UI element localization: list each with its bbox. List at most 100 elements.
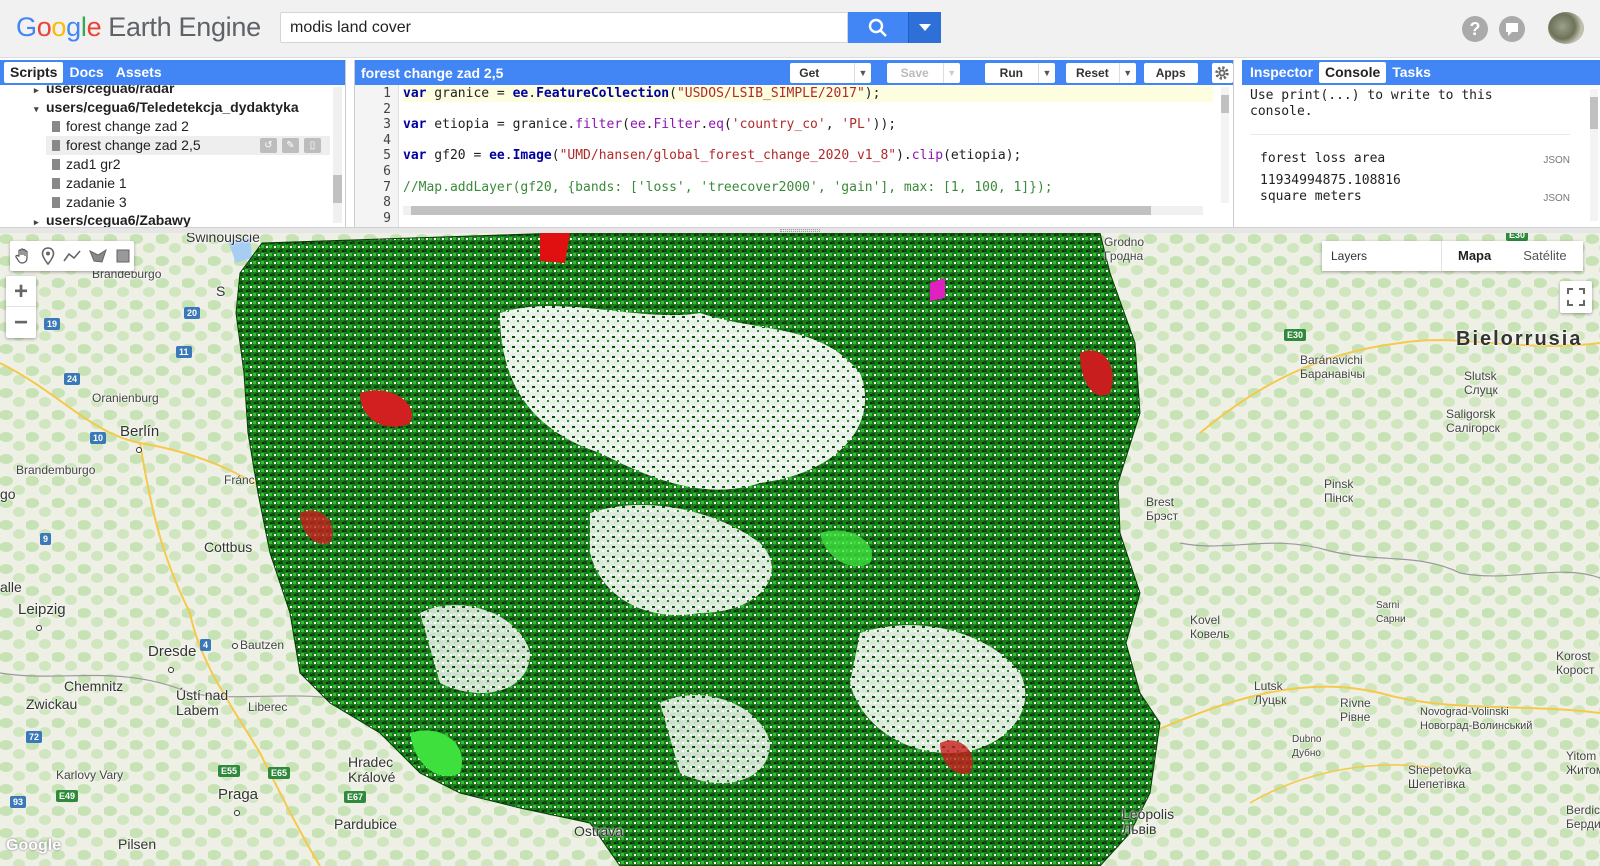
road-shield: 10 [90, 432, 107, 444]
console-scroll-thumb[interactable] [1590, 97, 1598, 129]
code-token: ( [723, 117, 732, 133]
layers-button[interactable]: Layers [1322, 241, 1442, 271]
earth-engine-logo[interactable]: Google Earth Engine [16, 12, 261, 43]
map-place-label: alle [0, 579, 22, 595]
map-place-label: Leipzig [18, 601, 66, 635]
tree-file[interactable]: zadanie 1 [52, 174, 127, 193]
gear-icon [1215, 65, 1230, 80]
code-token: ee [630, 117, 646, 133]
top-header: Google Earth Engine modis land cover ? [0, 0, 1600, 58]
fullscreen-icon [1567, 288, 1585, 306]
splitter-grip[interactable] [780, 229, 820, 232]
tab-scripts[interactable]: Scripts [4, 62, 64, 83]
code-line[interactable]: var etiopia = granice.filter(ee.Filter.e… [403, 117, 896, 133]
tab-tasks[interactable]: Tasks [1386, 62, 1437, 83]
code-line[interactable]: var granice = ee.FeatureCollection("USDO… [403, 86, 1213, 102]
map-place-label: Ostrava [574, 823, 624, 839]
editor-toolbar: forest change zad 2,5 Get Link ▼ Save ▼ … [355, 60, 1233, 100]
line-number: 6 [383, 164, 391, 179]
apps-button[interactable]: Apps [1143, 62, 1198, 83]
delete-icon[interactable]: ▯ [304, 138, 321, 153]
settings-button[interactable] [1211, 62, 1233, 83]
road-shield: 19 [44, 318, 61, 330]
code-token: etiopia = granice. [426, 117, 576, 133]
polyline-icon[interactable] [63, 249, 81, 263]
map-place-label: Chemnitz [64, 678, 124, 694]
caret-down-icon: ▾ [34, 104, 39, 114]
map-view[interactable]: Swinoujscie Brandeburgo Oranienburg Berl… [0, 233, 1600, 866]
code-vertical-scroll-thumb[interactable] [1221, 95, 1229, 113]
map-place-label: Yitom Житом [1566, 749, 1600, 777]
search-button[interactable] [848, 12, 908, 43]
tree-file[interactable]: zad1 gr2 [52, 155, 120, 174]
code-horizontal-scroll-thumb[interactable] [411, 206, 1151, 215]
scripts-panel: Scripts Docs Assets ▸ users/cegua6/radar … [0, 60, 346, 227]
console-item-unit[interactable]: square meters [1260, 189, 1362, 204]
code-line[interactable]: //Map.addLayer(gf20, {bands: ['loss', 't… [403, 180, 1053, 196]
save-group: Save ▼ [884, 62, 960, 83]
code-editor-panel: forest change zad 2,5 Get Link ▼ Save ▼ … [354, 60, 1234, 227]
map-place-label: S [216, 283, 226, 299]
tree-folder-zabawy[interactable]: ▸ users/cegua6/Zabawy [34, 211, 191, 227]
map-type-satellite[interactable]: Satélite [1507, 241, 1583, 271]
code-token: ( [669, 86, 677, 101]
code-line[interactable]: var gf20 = ee.Image("UMD/hansen/global_f… [403, 148, 1021, 164]
search-options-dropdown[interactable] [908, 12, 941, 43]
save-dropdown[interactable]: ▼ [942, 62, 960, 83]
map-place-label: Saligorsk Салігорск [1446, 407, 1500, 435]
zoom-in-button[interactable]: + [6, 276, 36, 307]
revision-history-icon[interactable]: ↺ [260, 138, 277, 153]
code-area[interactable]: 123456789 var granice = ee.FeatureCollec… [355, 85, 1233, 227]
polygon-icon[interactable] [89, 249, 108, 263]
zoom-out-button[interactable]: − [6, 307, 36, 338]
get-link-group: Get Link ▼ [787, 62, 871, 100]
code-token: eq [708, 117, 724, 133]
run-button[interactable]: Run [984, 62, 1038, 83]
map-place-label: Korost Корост [1556, 649, 1595, 677]
user-avatar[interactable] [1548, 12, 1584, 44]
tree-file[interactable]: forest change zad 2 [52, 117, 189, 136]
console-item-label[interactable]: forest loss area [1260, 151, 1385, 166]
code-token: (etiopia); [943, 148, 1022, 164]
run-dropdown[interactable]: ▼ [1038, 62, 1055, 83]
marker-icon[interactable] [41, 247, 55, 265]
rectangle-icon[interactable] [116, 249, 130, 263]
code-token: 'country_co' [731, 117, 826, 133]
map-place-label: Kovel Ковель [1190, 613, 1230, 641]
map-place-label: Pardubice [334, 816, 398, 832]
tree-folder-teledetekcja[interactable]: ▾ users/cegua6/Teledetekcja_dydaktyka [34, 98, 299, 117]
save-button[interactable]: Save [886, 62, 943, 83]
console-divider [1250, 134, 1570, 135]
tree-folder-radar[interactable]: ▸ users/cegua6/radar [34, 85, 174, 98]
tab-inspector[interactable]: Inspector [1244, 62, 1319, 83]
tab-console[interactable]: Console [1319, 62, 1387, 83]
console-item-value: 11934994875.108816 [1260, 173, 1401, 188]
get-link-dropdown[interactable]: ▼ [854, 62, 871, 83]
help-icon[interactable]: ? [1462, 16, 1488, 42]
reset-dropdown[interactable]: ▼ [1118, 62, 1136, 83]
fullscreen-button[interactable] [1560, 281, 1592, 313]
road-shield: 20 [184, 307, 201, 319]
logo-letter: o [51, 12, 67, 42]
rename-icon[interactable]: ✎ [282, 138, 299, 153]
code-token: ( [551, 148, 560, 164]
logo-letter: g [66, 12, 81, 42]
tree-file[interactable]: zadanie 3 [52, 193, 127, 212]
place-name: Bautzen [240, 638, 285, 652]
reset-group: Reset ▼ [1063, 62, 1136, 83]
feedback-icon[interactable] [1499, 16, 1525, 42]
tree-file-selected[interactable]: forest change zad 2,5 ↺ ✎ ▯ [46, 136, 330, 155]
tab-docs[interactable]: Docs [63, 62, 109, 83]
search-input[interactable]: modis land cover [280, 12, 848, 43]
pan-hand-icon[interactable] [14, 247, 32, 265]
json-tag[interactable]: JSON [1543, 193, 1570, 204]
tab-assets[interactable]: Assets [110, 62, 168, 83]
tree-scroll-thumb[interactable] [333, 175, 342, 203]
map-place-label: Brandemburgo [16, 463, 96, 477]
reset-button[interactable]: Reset [1066, 62, 1119, 83]
get-link-button[interactable]: Get Link [790, 62, 855, 100]
code-token: var [403, 148, 427, 164]
json-tag[interactable]: JSON [1543, 155, 1570, 166]
map-type-map[interactable]: Mapa [1442, 241, 1508, 271]
code-token: , [825, 117, 842, 133]
